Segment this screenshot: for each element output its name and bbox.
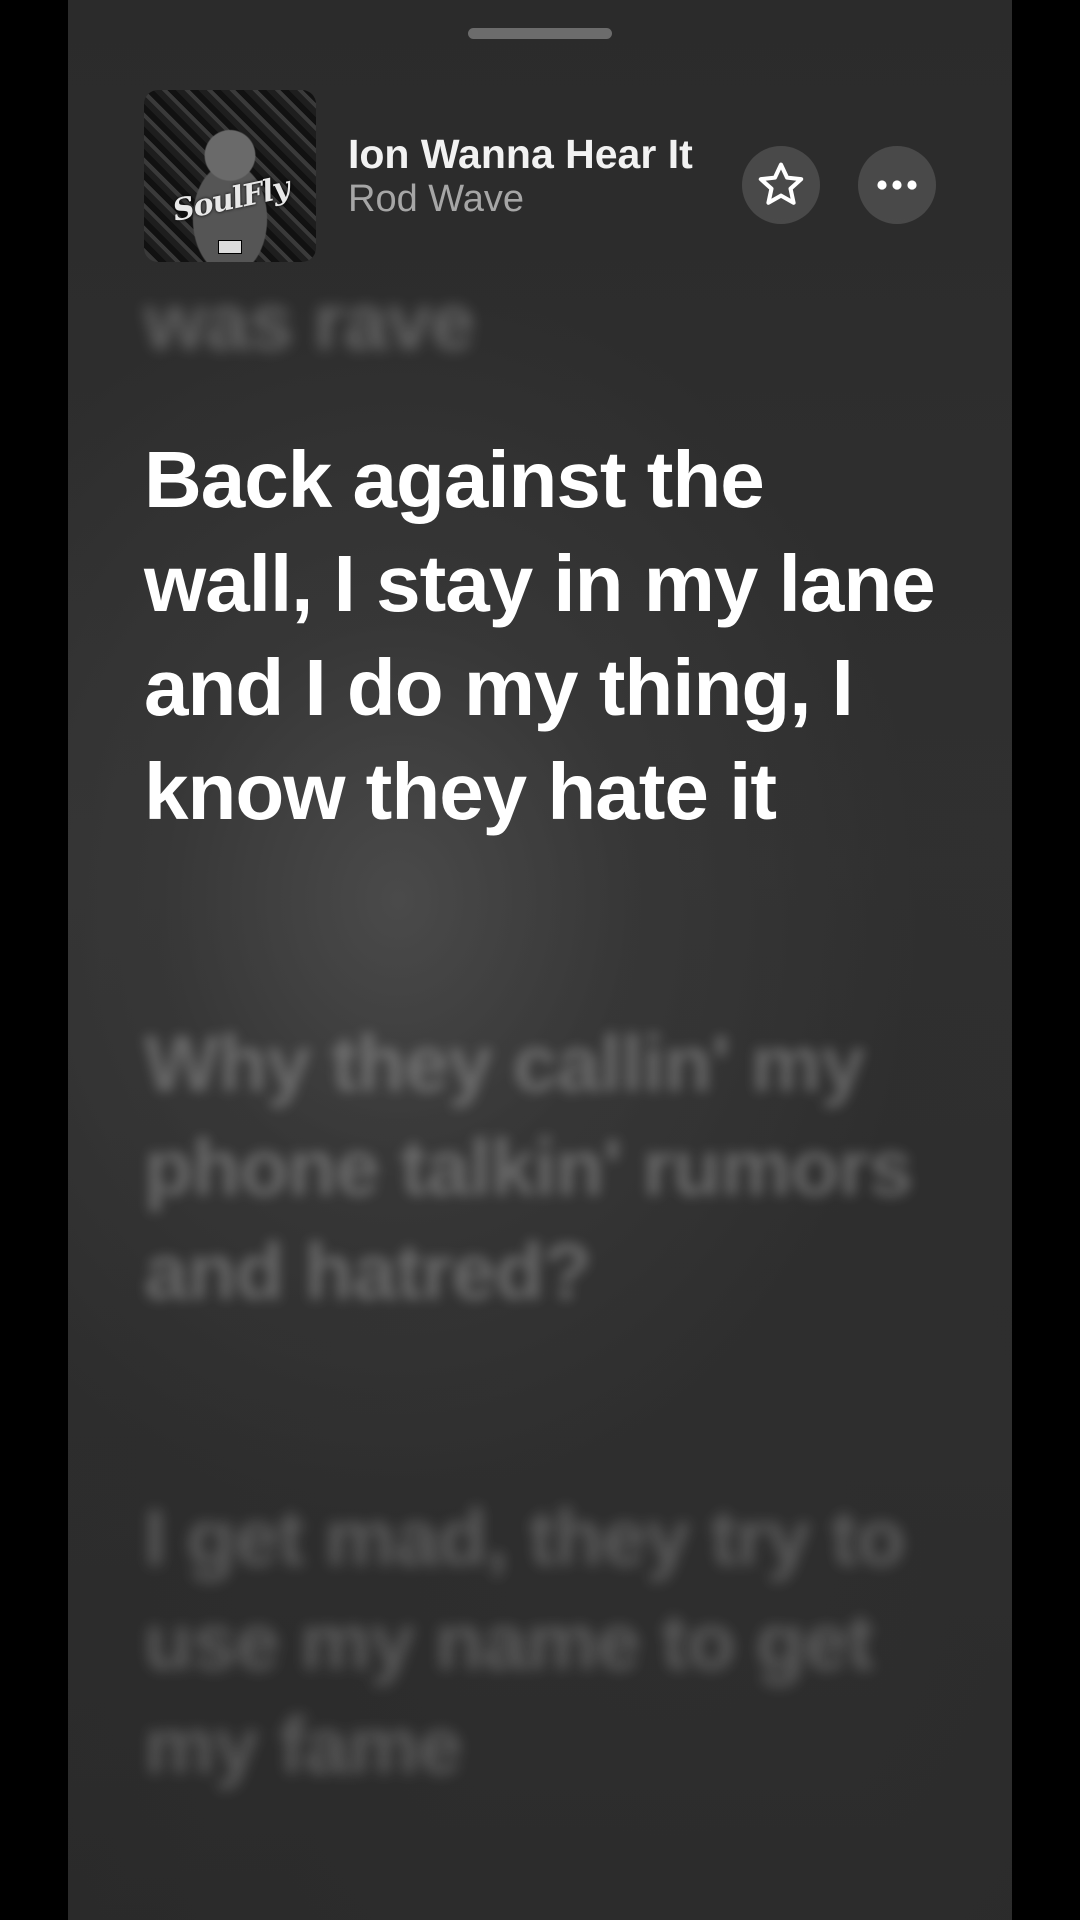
ellipsis-icon [877,180,917,190]
next-lyric-line[interactable]: Why they callin' my phone talkin' rumors… [144,1012,944,1324]
star-outline-icon [758,162,804,205]
track-info[interactable]: Ion Wanna Hear It Rod Wave [348,130,748,222]
artist-name: Rod Wave [348,178,524,220]
album-artwork[interactable]: SoulFly [144,90,316,262]
favorite-button[interactable] [742,146,820,224]
next-lyric-line[interactable]: I get mad, they try to use my name to ge… [144,1486,944,1798]
song-title: Ion Wanna Hear It [348,131,693,177]
current-lyric-line[interactable]: Back against the wall, I stay in my lane… [144,428,944,844]
lyrics-screen: SoulFly Ion Wanna Hear It Rod Wave was r… [68,0,1012,1920]
explicit-badge [218,240,242,254]
artwork-script-text: SoulFly [169,170,293,229]
sheet-grabber-handle[interactable] [468,28,612,39]
previous-lyric-line[interactable]: was rave [144,270,944,350]
more-options-button[interactable] [858,146,936,224]
now-playing-header: SoulFly Ion Wanna Hear It Rod Wave [68,90,1012,265]
